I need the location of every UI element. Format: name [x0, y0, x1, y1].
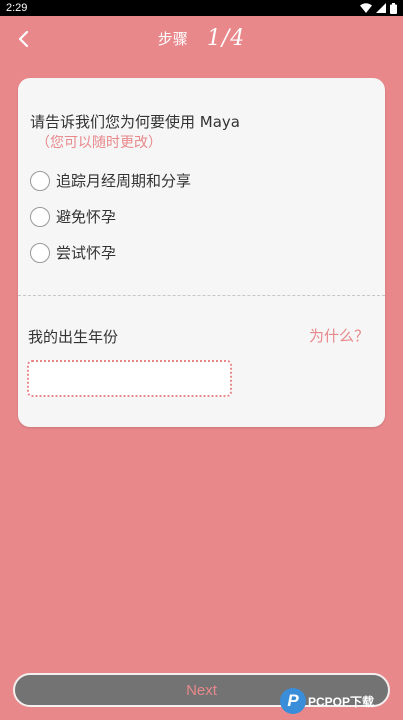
step-indicator: 步骤 1/4: [0, 26, 403, 51]
radio-button[interactable]: [30, 206, 50, 227]
step-label: 步骤: [157, 30, 188, 48]
dashed-divider: [18, 295, 385, 296]
change-anytime-note: （您可以随时更改）: [36, 135, 162, 151]
status-time: 2:29: [6, 2, 28, 14]
option-label: 尝试怀孕: [56, 244, 117, 262]
watermark: P PCPOP下载: [280, 684, 402, 718]
step-count: 1/4: [206, 26, 246, 51]
birth-year-input[interactable]: [27, 360, 232, 397]
option-label: 避免怀孕: [56, 208, 117, 226]
top-bar: 步骤 1/4: [0, 16, 403, 62]
wifi-icon: [360, 3, 372, 13]
option-avoid-pregnancy[interactable]: 避免怀孕: [30, 206, 116, 227]
radio-button[interactable]: [30, 170, 50, 191]
battery-icon: [390, 2, 397, 14]
why-link[interactable]: 为什么？: [309, 325, 369, 346]
birth-year-label: 我的出生年份: [28, 328, 119, 346]
questionnaire-card: 请告诉我们您为何要使用 Maya （您可以随时更改） 追踪月经周期和分享 避免怀…: [18, 78, 385, 427]
option-label: 追踪月经周期和分享: [56, 172, 192, 190]
radio-button[interactable]: [30, 242, 50, 263]
cellular-signal-icon: [376, 3, 386, 13]
usage-question: 请告诉我们您为何要使用 Maya: [30, 113, 240, 131]
option-try-pregnancy[interactable]: 尝试怀孕: [30, 242, 116, 263]
option-track-cycle[interactable]: 追踪月经周期和分享: [30, 170, 191, 191]
watermark-text: PCPOP下载: [308, 694, 375, 709]
pcpop-logo-icon: P: [280, 688, 306, 714]
status-bar: 2:29: [0, 0, 403, 16]
